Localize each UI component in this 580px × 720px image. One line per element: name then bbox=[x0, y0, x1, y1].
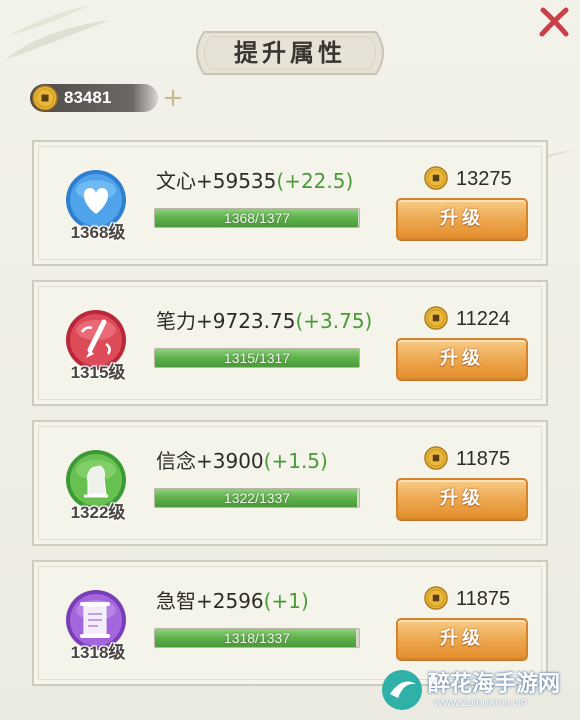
title-banner: 提升属性 bbox=[190, 28, 390, 78]
attribute-card-bili: 1315级 笔力+9723.75(+3.75) 1315/1317 11224 … bbox=[32, 280, 548, 406]
coin-icon bbox=[424, 446, 448, 470]
level-label: 1322级 bbox=[70, 503, 126, 522]
upgrade-cost: 11224 bbox=[456, 308, 511, 330]
attribute-card-wenxin: 1368级 文心+59535(+22.5) 1368/1377 13275 升级 bbox=[32, 140, 548, 266]
level-label: 1315级 bbox=[70, 363, 126, 382]
progress-bar: 1322/1337 bbox=[154, 488, 360, 508]
coin-icon bbox=[424, 166, 448, 190]
upgrade-cost: 11875 bbox=[456, 588, 511, 610]
progress-bar: 1315/1317 bbox=[154, 348, 360, 368]
progress-text: 1315/1317 bbox=[223, 350, 291, 366]
attribute-stat: 信念+3900(+1.5) bbox=[156, 446, 328, 476]
upgrade-button[interactable]: 升级 bbox=[396, 478, 528, 520]
attribute-name: 文心 bbox=[156, 169, 196, 193]
close-icon bbox=[539, 7, 569, 37]
add-currency-button[interactable]: + bbox=[160, 85, 186, 111]
upgrade-button[interactable]: 升级 bbox=[396, 618, 528, 660]
attribute-stat: 急智+2596(+1) bbox=[156, 586, 309, 616]
attribute-value: +9723.75 bbox=[196, 309, 296, 333]
attribute-card-xinnian: 1322级 信念+3900(+1.5) 1322/1337 11875 升级 bbox=[32, 420, 548, 546]
attribute-increment: (+1.5) bbox=[263, 449, 328, 473]
upgrade-cost: 13275 bbox=[456, 168, 512, 190]
close-button[interactable] bbox=[536, 4, 572, 40]
progress-bar: 1368/1377 bbox=[154, 208, 360, 228]
upgrade-button[interactable]: 升级 bbox=[396, 198, 528, 240]
watermark-logo-icon bbox=[382, 670, 422, 710]
watermark-subtext: WWW.ZUIHUAHAI.VIP bbox=[434, 698, 527, 708]
attribute-increment: (+1) bbox=[263, 589, 309, 613]
progress-bar: 1318/1337 bbox=[154, 628, 360, 648]
attribute-value: +3900 bbox=[196, 449, 264, 473]
upgrade-button-label: 升级 bbox=[440, 628, 484, 649]
upgrade-button-label: 升级 bbox=[440, 488, 484, 509]
coin-icon bbox=[424, 586, 448, 610]
attribute-name: 笔力 bbox=[156, 309, 196, 333]
progress-text: 1322/1337 bbox=[223, 490, 291, 506]
progress-text: 1318/1337 bbox=[223, 630, 291, 646]
page-title: 提升属性 bbox=[234, 38, 346, 67]
attribute-stat: 文心+59535(+22.5) bbox=[156, 166, 353, 196]
upgrade-button-label: 升级 bbox=[440, 208, 484, 229]
watermark: 醉花海手游网 WWW.ZUIHUAHAI.VIP bbox=[378, 666, 578, 718]
progress-text: 1368/1377 bbox=[223, 210, 291, 226]
attribute-name: 急智 bbox=[156, 589, 196, 613]
attribute-value: +2596 bbox=[196, 589, 264, 613]
coin-icon bbox=[32, 85, 58, 111]
level-label: 1318级 bbox=[70, 643, 126, 662]
currency-amount: 83481 bbox=[64, 88, 112, 107]
attribute-stat: 笔力+9723.75(+3.75) bbox=[156, 306, 372, 336]
upgrade-cost: 11875 bbox=[456, 448, 511, 470]
currency-display: 83481 bbox=[30, 84, 158, 112]
attribute-increment: (+3.75) bbox=[295, 309, 373, 333]
attribute-increment: (+22.5) bbox=[276, 169, 354, 193]
attribute-name: 信念 bbox=[156, 449, 196, 473]
attribute-value: +59535 bbox=[196, 169, 277, 193]
level-label: 1368级 bbox=[70, 223, 126, 242]
watermark-text: 醉花海手游网 bbox=[428, 672, 561, 697]
upgrade-button[interactable]: 升级 bbox=[396, 338, 528, 380]
upgrade-button-label: 升级 bbox=[440, 348, 484, 369]
plus-icon: + bbox=[162, 83, 184, 113]
leaf-decoration-icon bbox=[5, 5, 110, 60]
coin-icon bbox=[424, 306, 448, 330]
